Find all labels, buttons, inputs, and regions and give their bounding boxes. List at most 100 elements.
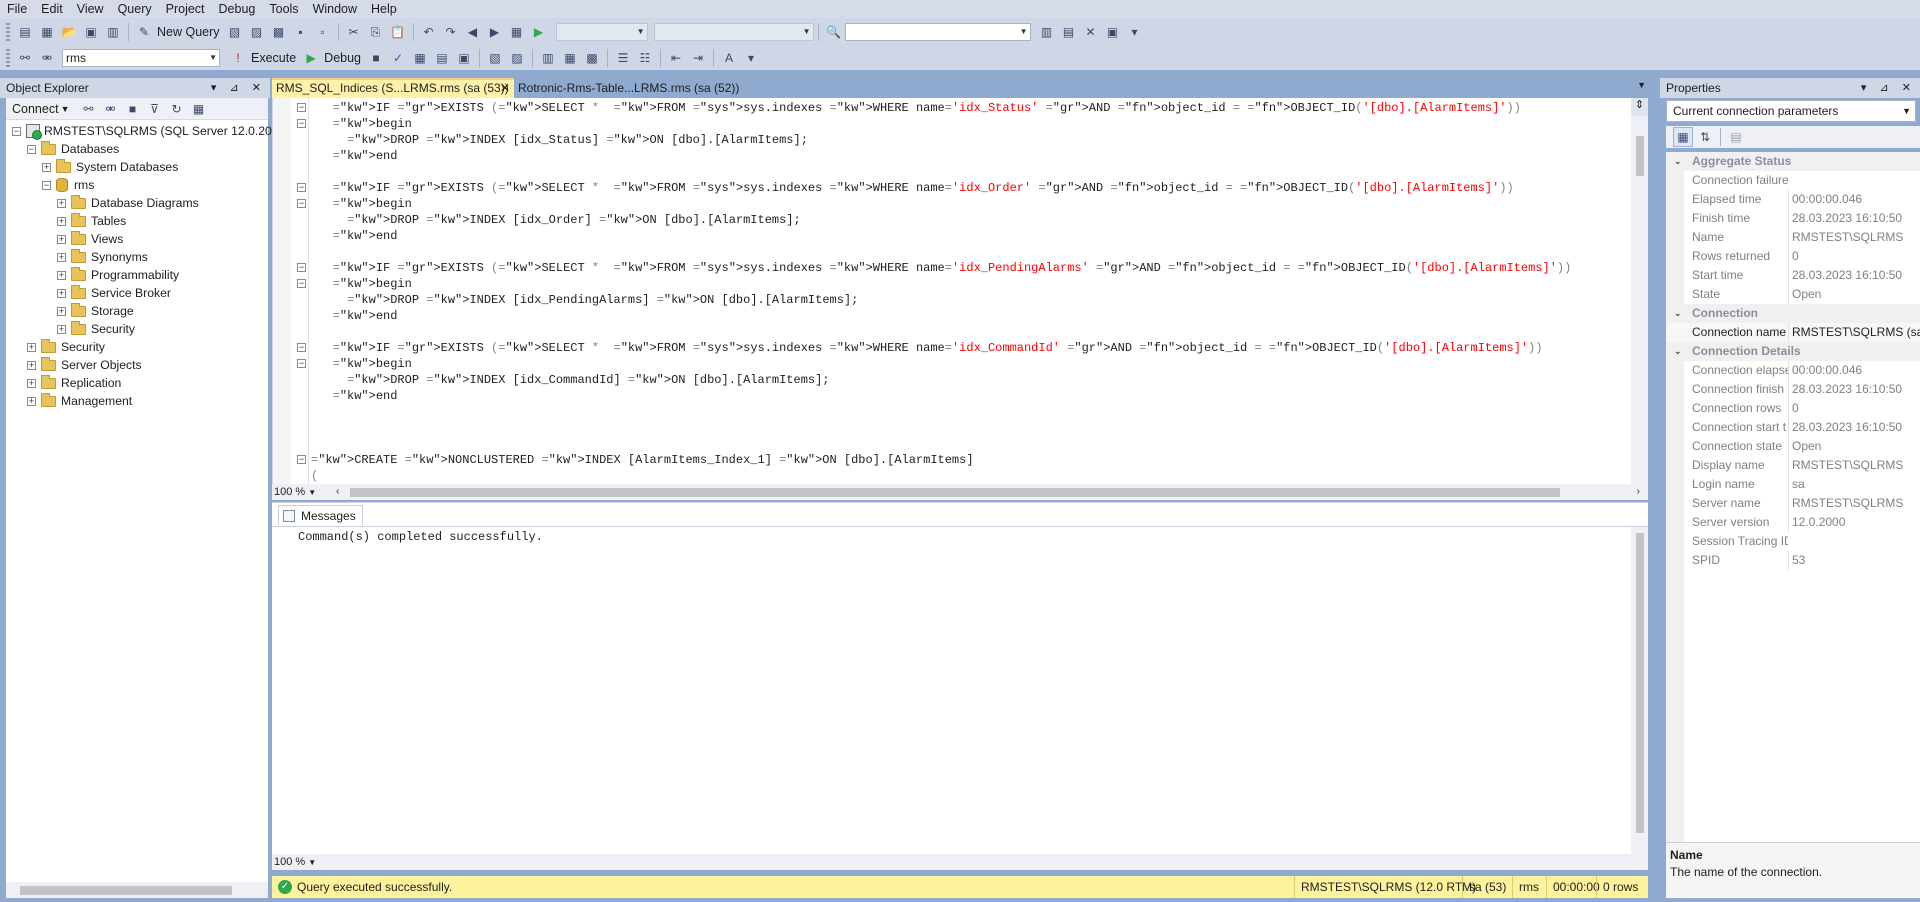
cancel-query-icon[interactable]: ■ [366,48,386,68]
collapse-region-icon[interactable]: − [297,263,306,272]
menu-window[interactable]: Window [306,0,364,18]
menu-query[interactable]: Query [111,0,159,18]
collapse-region-icon[interactable]: − [297,103,306,112]
expand-icon[interactable]: + [27,360,36,370]
debug-button[interactable]: Debug [322,48,365,68]
tree-node[interactable]: + Replication [27,374,121,392]
disconnect-icon[interactable]: ⚮ [37,48,57,68]
tab-messages[interactable]: Messages [278,505,363,525]
property-row[interactable]: SPID 53 [1666,551,1920,570]
expand-icon[interactable]: + [27,378,36,388]
properties-window-icon[interactable]: ▣ [1103,22,1123,42]
disconnect-object-icon[interactable]: ⚮ [100,99,120,119]
collapse-region-icon[interactable]: − [297,279,306,288]
property-row[interactable]: Connection elapsed 00:00:00.046 [1666,361,1920,380]
toolbar-grip[interactable] [6,49,10,67]
expand-icon[interactable]: + [42,162,51,172]
property-row[interactable]: Server version 12.0.2000 [1666,513,1920,532]
menu-file[interactable]: File [0,0,34,18]
properties-object-selector[interactable]: Current connection parameters ▼ [1666,100,1916,122]
toolbar-options-icon[interactable]: ▾ [741,48,761,68]
increase-indent-icon[interactable]: ⇥ [688,48,708,68]
tree-node[interactable]: + Synonyms [57,248,148,266]
tree-node[interactable]: + Server Objects [27,356,142,374]
property-row[interactable]: Elapsed time 00:00:00.046 [1666,190,1920,209]
property-row[interactable]: Connection failure [1666,171,1920,190]
collapse-region-icon[interactable]: − [297,343,306,352]
expand-icon[interactable]: + [57,270,66,280]
property-category[interactable]: ⌄ Aggregate Status [1666,152,1920,171]
tree-node[interactable]: − Databases [27,140,119,158]
close-tab-icon[interactable]: ✕ [500,80,510,97]
activity-monitor-icon[interactable]: ▦ [507,22,527,42]
expand-icon[interactable]: + [27,396,36,406]
solution-configuration-combo[interactable]: ▼ [555,23,648,41]
xmla-query-icon[interactable]: ▪ [291,22,311,42]
paste-icon[interactable]: 📋 [388,22,408,42]
parse-icon[interactable]: ✓ [388,48,408,68]
new-query-icon[interactable]: ✎ [134,22,154,42]
uncomment-icon[interactable]: ☷ [635,48,655,68]
tree-node[interactable]: + Programmability [57,266,179,284]
template-explorer-icon[interactable]: ✕ [1081,22,1101,42]
registered-servers-icon[interactable]: ▥ [1037,22,1057,42]
menu-edit[interactable]: Edit [34,0,70,18]
navigate-back-icon[interactable]: ◀ [463,22,483,42]
new-query-button[interactable]: New Query [155,22,224,42]
tree-node[interactable]: + Tables [57,212,126,230]
collapse-category-icon[interactable]: ⌄ [1674,152,1682,171]
collapse-region-icon[interactable]: − [297,455,306,464]
save-all-icon[interactable]: ▥ [103,22,123,42]
execute-icon[interactable]: ! [228,48,248,68]
live-query-statistics-icon[interactable]: ▨ [507,48,527,68]
display-estimated-plan-icon[interactable]: ▦ [410,48,430,68]
property-row[interactable]: Finish time 28.03.2023 16:10:50 [1666,209,1920,228]
tree-node[interactable]: + Service Broker [57,284,171,302]
collapse-region-icon[interactable]: − [297,359,306,368]
connect-icon[interactable]: ⚯ [15,48,35,68]
mdx-query-icon[interactable]: ▨ [247,22,267,42]
query-designer-icon[interactable]: ▤ [432,48,452,68]
find-combo[interactable]: ▼ [844,23,1031,41]
expand-icon[interactable]: + [57,306,66,316]
collapse-icon[interactable]: − [27,144,36,154]
results-to-file-icon[interactable]: ▩ [582,48,602,68]
refresh-icon[interactable]: ↻ [166,99,186,119]
collapse-category-icon[interactable]: ⌄ [1674,342,1682,361]
object-explorer-icon[interactable]: ▤ [1059,22,1079,42]
property-row[interactable]: Start time 28.03.2023 16:10:50 [1666,266,1920,285]
execute-button[interactable]: Execute [249,48,300,68]
specify-template-values-icon[interactable]: A [719,48,739,68]
messages-zoom-combo[interactable]: 100 % ▼ [274,854,316,871]
connect-button[interactable]: Connect [6,102,61,116]
property-category[interactable]: ⌄ Connection Details [1666,342,1920,361]
property-row[interactable]: Connection state Open [1666,437,1920,456]
expand-icon[interactable]: + [57,234,66,244]
menu-view[interactable]: View [70,0,111,18]
menu-project[interactable]: Project [159,0,212,18]
results-to-text-icon[interactable]: ▥ [538,48,558,68]
query-editor[interactable]: ="kw">IF ="gr">EXISTS (="kw">SELECT * ="… [272,98,1648,484]
expand-icon[interactable]: + [27,342,36,352]
tab-rms-sql-indices[interactable]: RMS_SQL_Indices (S...LRMS.rms (sa (53)) … [272,78,514,98]
tree-node[interactable]: + Security [57,320,135,338]
save-icon[interactable]: ▣ [81,22,101,42]
categorized-icon[interactable]: ▦ [1673,127,1693,147]
object-explorer-horizontal-scrollbar[interactable] [6,882,268,898]
activity-icon[interactable]: ▦ [188,99,208,119]
collapse-icon[interactable]: − [42,180,51,190]
expand-icon[interactable]: + [57,198,66,208]
menu-tools[interactable]: Tools [262,0,305,18]
tree-node[interactable]: + Security [27,338,105,356]
messages-pane[interactable]: Command(s) completed successfully. [272,526,1648,855]
property-row[interactable]: State Open [1666,285,1920,304]
menu-help[interactable]: Help [364,0,404,18]
messages-vertical-scrollbar[interactable] [1631,527,1648,855]
panel-window-controls[interactable]: ▾ ⊿ ✕ [1861,78,1916,98]
collapse-category-icon[interactable]: ⌄ [1674,304,1682,323]
solution-platform-combo[interactable]: ▼ [653,23,814,41]
new-project-icon[interactable]: ▤ [15,22,35,42]
start-icon[interactable]: ▶ [529,22,549,42]
toolbar-options-icon[interactable]: ▾ [1125,22,1145,42]
property-row[interactable]: Name RMSTEST\SQLRMS [1666,228,1920,247]
